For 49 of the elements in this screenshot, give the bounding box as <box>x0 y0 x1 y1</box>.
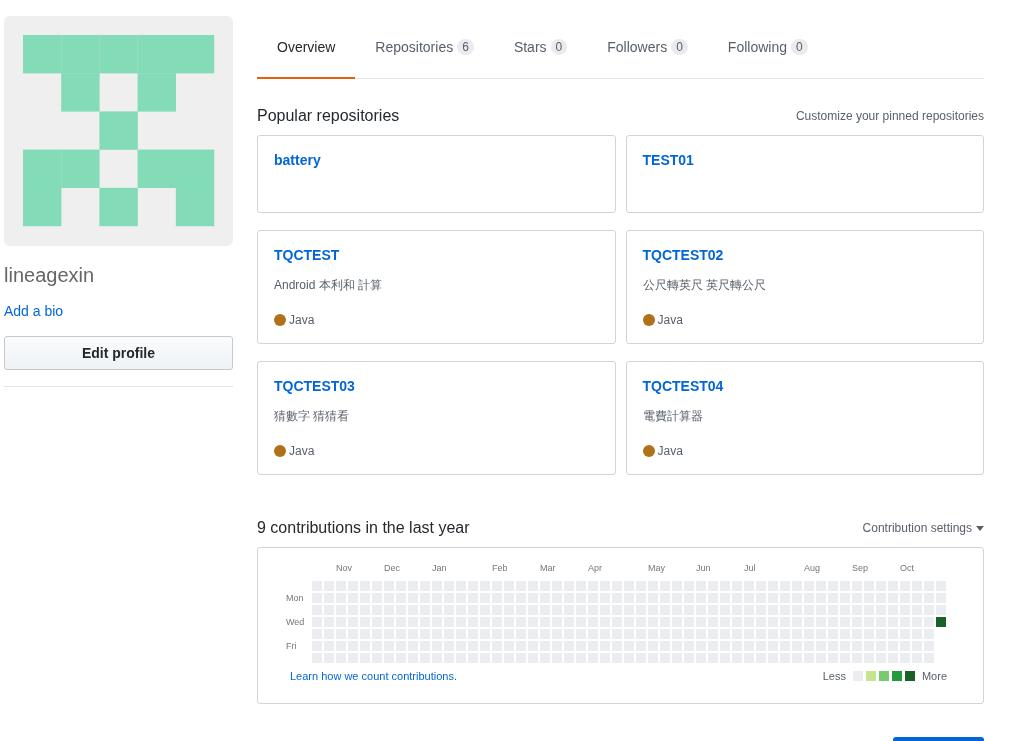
profile-tab[interactable]: Overview <box>257 16 356 79</box>
count-badge: 0 <box>550 38 568 55</box>
profile-tab[interactable]: Followers 0 <box>587 16 708 79</box>
repo-link[interactable]: TEST01 <box>642 152 694 168</box>
repo-link[interactable]: TQCTEST04 <box>642 378 724 394</box>
month-label: Apr <box>588 563 602 573</box>
weekday-label: Mon <box>286 593 304 603</box>
legend-less: Less <box>822 670 846 682</box>
profile-tab[interactable]: Repositories 6 <box>355 16 494 79</box>
month-label: Jun <box>696 563 711 573</box>
language-label: Java <box>657 313 683 327</box>
repo-description: 公尺轉英尺 英尺轉公尺 <box>642 277 767 294</box>
weekday-label: Fri <box>286 641 297 651</box>
month-label: Dec <box>384 563 400 573</box>
month-label: Feb <box>492 563 508 573</box>
profile-tab[interactable]: Following 0 <box>707 16 828 79</box>
count-badge: 0 <box>671 38 688 55</box>
legend-more: More <box>921 670 947 682</box>
contribution-settings-dropdown[interactable]: Contribution settings <box>862 521 984 535</box>
repo-link[interactable]: battery <box>274 152 321 168</box>
month-label: Mar <box>540 563 556 573</box>
profile-tab[interactable]: Stars 0 <box>493 16 588 79</box>
username: lineagexin <box>4 264 96 287</box>
add-bio-link[interactable]: Add a bio <box>4 303 64 319</box>
repo-description: 猜數字 猜猜看 <box>274 408 351 425</box>
month-label: Nov <box>336 563 352 573</box>
caret-icon <box>976 525 984 531</box>
repo-description: Android 本利和 計算 <box>274 277 384 294</box>
month-label: Aug <box>804 563 820 573</box>
edit-profile-button[interactable]: Edit profile <box>4 336 233 370</box>
section-title: Popular repositories <box>257 107 400 125</box>
month-label: Jan <box>432 563 447 573</box>
repo-link[interactable]: TQCTEST02 <box>642 247 724 263</box>
repo-link[interactable]: TQCTEST03 <box>274 378 355 394</box>
count-badge: 6 <box>457 38 474 55</box>
month-label: May <box>648 563 665 573</box>
customize-link[interactable]: Customize your pinned repositories <box>795 109 984 123</box>
count-badge: 0 <box>791 38 808 55</box>
month-label: Oct <box>900 563 914 573</box>
language-label: Java <box>289 444 315 458</box>
weekday-label: Wed <box>286 617 305 627</box>
repo-link[interactable]: TQCTEST <box>274 247 340 263</box>
month-label: Jul <box>744 563 756 573</box>
month-label: Sep <box>852 563 868 573</box>
repo-description: 電費計算器 <box>642 408 704 425</box>
language-label: Java <box>657 444 683 458</box>
contributions-title: 9 contributions in the last year <box>257 519 470 537</box>
learn-link[interactable]: Learn how we count contributions. <box>290 670 457 682</box>
language-label: Java <box>289 313 315 327</box>
